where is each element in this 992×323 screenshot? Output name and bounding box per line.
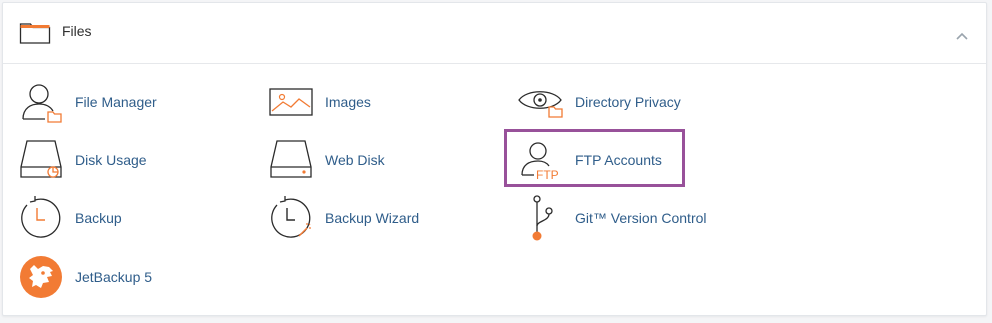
file-manager-icon bbox=[18, 79, 64, 125]
item-backup[interactable]: Backup bbox=[18, 193, 122, 243]
section-title: Files bbox=[62, 23, 92, 39]
web-disk-icon bbox=[268, 137, 314, 183]
ftp-icon-text: FTP bbox=[536, 168, 559, 181]
item-label: Directory Privacy bbox=[575, 94, 681, 110]
item-file-manager[interactable]: File Manager bbox=[18, 77, 157, 127]
item-jetbackup[interactable]: JetBackup 5 bbox=[18, 252, 152, 302]
item-label: Disk Usage bbox=[75, 152, 147, 168]
item-backup-wizard[interactable]: Backup Wizard bbox=[268, 193, 419, 243]
item-label: File Manager bbox=[75, 94, 157, 110]
item-label: Web Disk bbox=[325, 152, 385, 168]
item-disk-usage[interactable]: Disk Usage bbox=[18, 135, 147, 185]
item-label: Backup Wizard bbox=[325, 210, 420, 226]
backup-wizard-icon bbox=[268, 195, 314, 241]
disk-usage-icon bbox=[18, 137, 64, 183]
item-label: Backup bbox=[75, 210, 122, 226]
item-git-version-control[interactable]: Git™ Version Control bbox=[518, 193, 707, 243]
item-web-disk[interactable]: Web Disk bbox=[268, 135, 385, 185]
chevron-up-icon[interactable] bbox=[956, 27, 968, 45]
item-label: Images bbox=[325, 94, 371, 110]
jetbackup-icon bbox=[18, 254, 64, 300]
images-icon bbox=[268, 79, 314, 125]
ftp-accounts-icon: FTP bbox=[518, 137, 564, 183]
git-version-control-icon bbox=[518, 195, 564, 241]
item-images[interactable]: Images bbox=[268, 77, 371, 127]
folder-icon bbox=[19, 21, 51, 50]
item-label: FTP Accounts bbox=[575, 152, 662, 168]
item-label: JetBackup 5 bbox=[75, 269, 153, 285]
item-ftp-accounts[interactable]: FTP FTP Accounts bbox=[518, 135, 662, 185]
item-label: Git™ Version Control bbox=[575, 210, 707, 226]
directory-privacy-icon bbox=[518, 79, 564, 125]
item-directory-privacy[interactable]: Directory Privacy bbox=[518, 77, 681, 127]
files-section-header[interactable]: Files bbox=[3, 3, 986, 64]
backup-icon bbox=[18, 195, 64, 241]
